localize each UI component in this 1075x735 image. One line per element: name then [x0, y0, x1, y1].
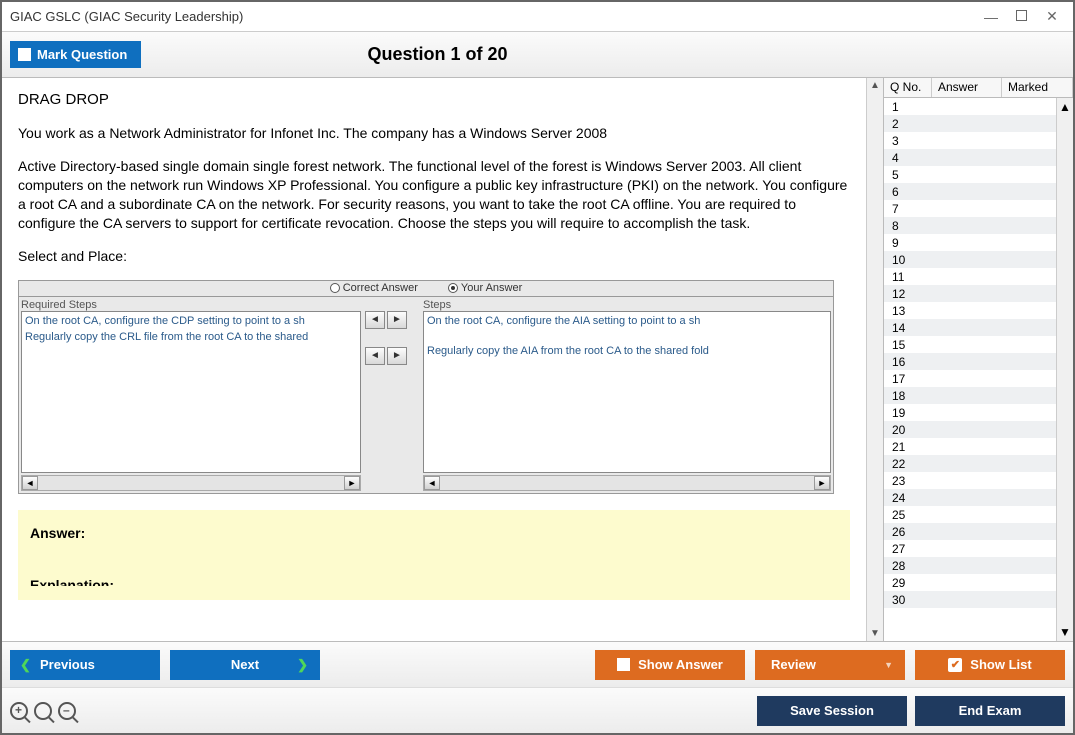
question-row[interactable]: 17	[884, 370, 1056, 387]
list-item[interactable]: Regularly copy the AIA from the root CA …	[425, 343, 829, 360]
show-answer-button[interactable]: Show Answer	[595, 650, 745, 680]
minimize-icon[interactable]: —	[984, 10, 998, 24]
question-row[interactable]: 26	[884, 523, 1056, 540]
question-row[interactable]: 14	[884, 319, 1056, 336]
close-icon[interactable]: ✕	[1045, 10, 1059, 24]
answer-label: Answer:	[30, 524, 838, 543]
question-row[interactable]: 30	[884, 591, 1056, 608]
end-exam-button[interactable]: End Exam	[915, 696, 1065, 726]
content-scrollbar[interactable]: ▲ ▼	[866, 78, 883, 641]
left-scrollbar[interactable]: ◄►	[21, 475, 361, 491]
zoom-controls: + –	[10, 702, 76, 720]
window-controls: — ✕	[984, 10, 1065, 24]
list-item[interactable]: Regularly copy the CRL file from the roo…	[23, 329, 359, 346]
move-buttons: ◄ ► ◄ ►	[365, 311, 407, 365]
question-row[interactable]: 20	[884, 421, 1056, 438]
question-row[interactable]: 24	[884, 489, 1056, 506]
move-up-button[interactable]: ◄	[365, 347, 385, 365]
dropdown-icon: ▼	[884, 660, 893, 670]
move-left-button[interactable]: ◄	[365, 311, 385, 329]
question-list-header: Q No. Answer Marked	[884, 78, 1073, 98]
title-bar: GIAC GSLC (GIAC Security Leadership) — ✕	[2, 2, 1073, 32]
question-row[interactable]: 25	[884, 506, 1056, 523]
header-marked: Marked	[1002, 78, 1073, 97]
list-item[interactable]: On the root CA, configure the CDP settin…	[23, 313, 359, 330]
question-row[interactable]: 8	[884, 217, 1056, 234]
question-type-label: DRAG DROP	[18, 90, 850, 110]
main-area: DRAG DROP You work as a Network Administ…	[2, 78, 1073, 641]
question-row[interactable]: 22	[884, 455, 1056, 472]
answer-mode-bar: Correct Answer Your Answer	[19, 281, 833, 297]
question-row[interactable]: 2	[884, 115, 1056, 132]
scroll-down-icon[interactable]: ▼	[870, 628, 880, 639]
question-row[interactable]: 13	[884, 302, 1056, 319]
question-intro: You work as a Network Administrator for …	[18, 124, 850, 143]
question-row[interactable]: 15	[884, 336, 1056, 353]
question-row[interactable]: 16	[884, 353, 1056, 370]
question-row[interactable]: 10	[884, 251, 1056, 268]
header-bar: Mark Question Question 1 of 20	[2, 32, 1073, 78]
right-scrollbar[interactable]: ◄►	[423, 475, 831, 491]
question-row[interactable]: 4	[884, 149, 1056, 166]
correct-answer-radio[interactable]: Correct Answer	[330, 281, 418, 296]
chevron-right-icon: ❯	[297, 657, 308, 673]
question-row[interactable]: 23	[884, 472, 1056, 489]
scroll-up-icon[interactable]: ▲	[870, 80, 880, 91]
content-pane: DRAG DROP You work as a Network Administ…	[2, 78, 866, 641]
question-rows: 1234567891011121314151617181920212223242…	[884, 98, 1056, 641]
select-place-label: Select and Place:	[18, 247, 850, 266]
sidebar-scrollbar[interactable]: ▲ ▼	[1056, 98, 1073, 641]
question-row[interactable]: 7	[884, 200, 1056, 217]
next-button[interactable]: Next ❯	[170, 650, 320, 680]
mark-question-button[interactable]: Mark Question	[10, 41, 141, 68]
chevron-left-icon: ❮	[20, 657, 31, 673]
app-window: GIAC GSLC (GIAC Security Leadership) — ✕…	[0, 0, 1075, 735]
question-row[interactable]: 3	[884, 132, 1056, 149]
question-row[interactable]: 1	[884, 98, 1056, 115]
move-down-button[interactable]: ►	[387, 347, 407, 365]
zoom-out-icon[interactable]: –	[58, 702, 76, 720]
list-item[interactable]: On the root CA, configure the AIA settin…	[425, 313, 829, 330]
question-body: DRAG DROP You work as a Network Administ…	[2, 78, 866, 641]
explanation-label: Explanation:	[30, 576, 838, 586]
save-session-button[interactable]: Save Session	[757, 696, 907, 726]
review-button[interactable]: Review ▼	[755, 650, 905, 680]
mark-question-label: Mark Question	[37, 47, 127, 62]
question-row[interactable]: 19	[884, 404, 1056, 421]
question-text: Active Directory-based single domain sin…	[18, 157, 850, 233]
scroll-up-icon[interactable]: ▲	[1059, 100, 1071, 114]
your-answer-radio[interactable]: Your Answer	[448, 281, 522, 296]
question-row[interactable]: 28	[884, 557, 1056, 574]
question-row[interactable]: 6	[884, 183, 1056, 200]
previous-button[interactable]: ❮ Previous	[10, 650, 160, 680]
header-answer: Answer	[932, 78, 1002, 97]
question-row[interactable]: 12	[884, 285, 1056, 302]
drag-drop-area: Correct Answer Your Answer Required Step…	[18, 280, 834, 494]
window-title: GIAC GSLC (GIAC Security Leadership)	[10, 9, 984, 24]
nav-footer: ❮ Previous Next ❯ Show Answer Review ▼ ✔…	[2, 641, 1073, 687]
zoom-icon[interactable]	[34, 702, 52, 720]
header-qno: Q No.	[884, 78, 932, 97]
question-row[interactable]: 18	[884, 387, 1056, 404]
question-row[interactable]: 27	[884, 540, 1056, 557]
maximize-icon[interactable]	[1016, 10, 1027, 21]
tools-footer: + – Save Session End Exam	[2, 687, 1073, 733]
answer-panel: Answer: Explanation:	[18, 510, 850, 601]
checkbox-icon	[18, 48, 31, 61]
question-row[interactable]: 21	[884, 438, 1056, 455]
show-list-button[interactable]: ✔ Show List	[915, 650, 1065, 680]
zoom-in-icon[interactable]: +	[10, 702, 28, 720]
question-row[interactable]: 29	[884, 574, 1056, 591]
checkbox-icon	[617, 658, 630, 671]
question-list-panel: Q No. Answer Marked 12345678910111213141…	[883, 78, 1073, 641]
steps-list[interactable]: On the root CA, configure the AIA settin…	[423, 311, 831, 473]
question-row[interactable]: 5	[884, 166, 1056, 183]
question-row[interactable]: 11	[884, 268, 1056, 285]
scroll-down-icon[interactable]: ▼	[1059, 625, 1071, 639]
checked-icon: ✔	[948, 658, 962, 672]
question-row[interactable]: 9	[884, 234, 1056, 251]
required-steps-list[interactable]: On the root CA, configure the CDP settin…	[21, 311, 361, 473]
move-right-button[interactable]: ►	[387, 311, 407, 329]
